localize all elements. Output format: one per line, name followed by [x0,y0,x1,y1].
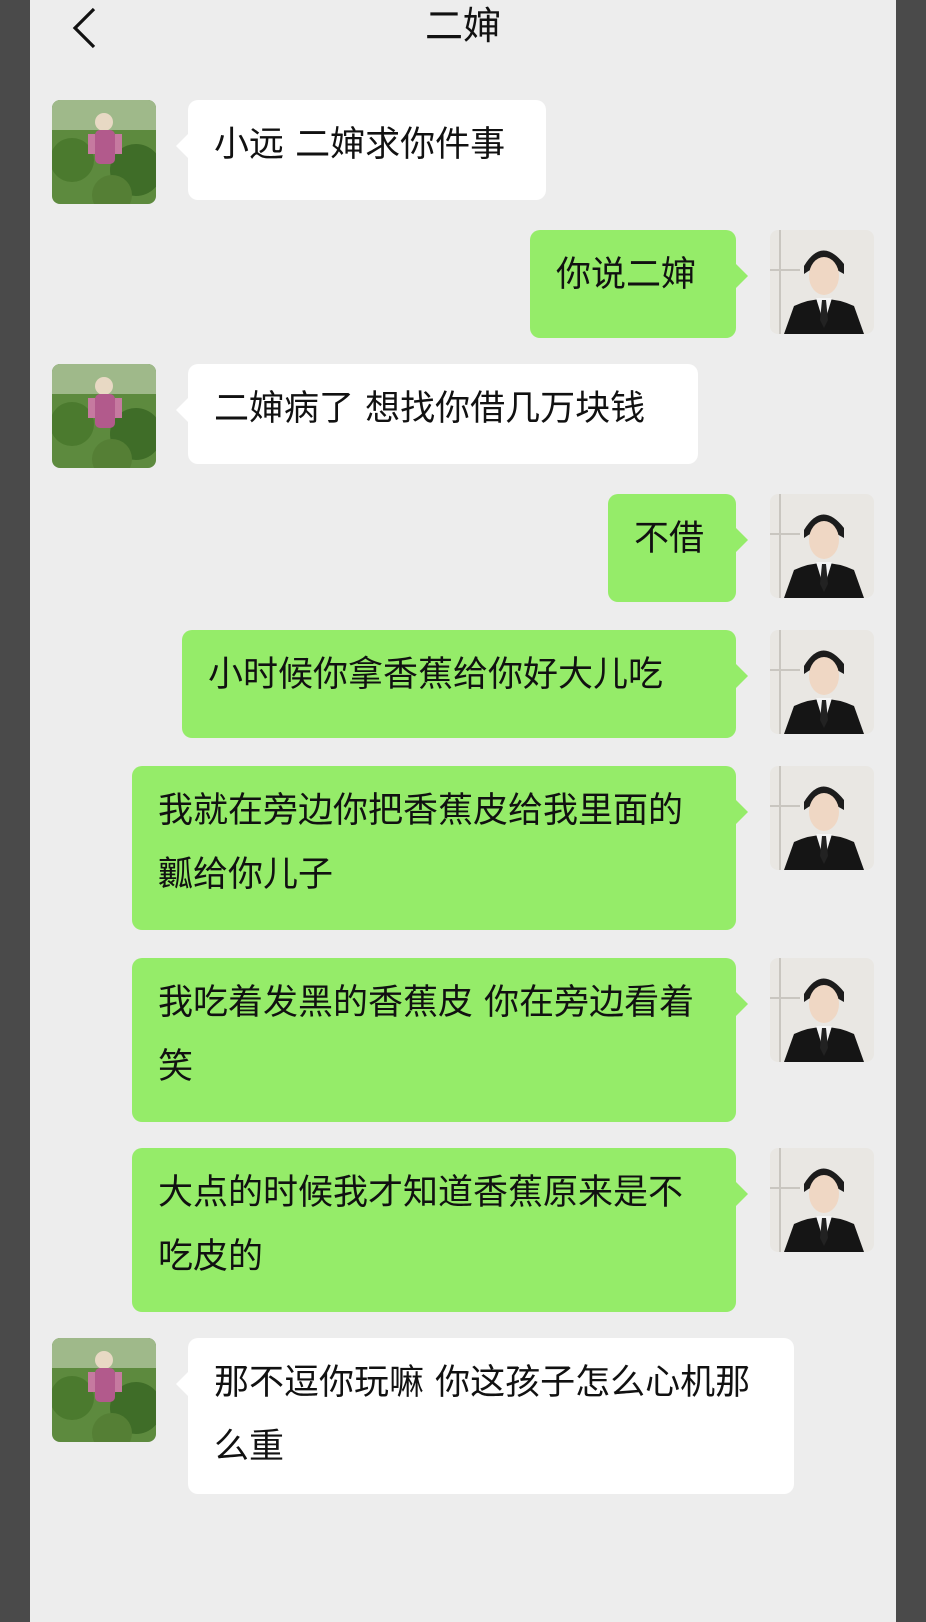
message-row: 小远 二婶求你件事 [30,100,896,204]
chat-title: 二婶 [424,4,501,48]
contact-avatar[interactable] [52,364,156,468]
message-row: 我吃着发黑的香蕉皮 你在旁边看着笑 [30,958,896,1122]
message-bubble-incoming[interactable]: 小远 二婶求你件事 [176,100,546,200]
message-row: 二婶病了 想找你借几万块钱 [30,364,896,468]
message-row: 那不逗你玩嘛 你这孩子怎么心机那么重 [30,1338,896,1494]
message-text: 你说二婶 [556,255,697,295]
message-bubble-outgoing[interactable]: 你说二婶 [530,230,748,338]
message-row: 小时候你拿香蕉给你好大儿吃 [30,630,896,738]
message-bubble-outgoing[interactable]: 我吃着发黑的香蕉皮 你在旁边看着笑 [132,958,748,1122]
message-row: 我就在旁边你把香蕉皮给我里面的瓤给你儿子 [30,766,896,930]
message-text: 大点的时候我才知道香蕉原来是不吃皮的 [158,1173,684,1277]
my-avatar[interactable] [770,230,874,334]
message-text: 我就在旁边你把香蕉皮给我里面的瓤给你儿子 [158,791,684,895]
my-avatar[interactable] [770,766,874,870]
message-bubble-outgoing[interactable]: 不借 [608,494,748,602]
message-row: 大点的时候我才知道香蕉原来是不吃皮的 [30,1148,896,1312]
my-avatar[interactable] [770,630,874,734]
message-bubble-incoming[interactable]: 二婶病了 想找你借几万块钱 [176,364,698,464]
message-text: 小时候你拿香蕉给你好大儿吃 [208,655,664,695]
message-text: 不借 [634,519,705,559]
chat-screen: 二婶 小远 二婶求你件事 你说二婶 二婶病了 想找你借几万块钱 不借 小时候你拿… [30,0,896,1622]
message-row: 不借 [30,494,896,602]
my-avatar[interactable] [770,958,874,1062]
message-text: 那不逗你玩嘛 你这孩子怎么心机那么重 [214,1363,751,1467]
message-bubble-incoming[interactable]: 那不逗你玩嘛 你这孩子怎么心机那么重 [176,1338,794,1494]
contact-avatar[interactable] [52,100,156,204]
message-text: 小远 二婶求你件事 [214,125,506,165]
chat-header: 二婶 [30,0,896,60]
message-bubble-outgoing[interactable]: 小时候你拿香蕉给你好大儿吃 [182,630,748,738]
my-avatar[interactable] [770,1148,874,1252]
message-bubble-outgoing[interactable]: 我就在旁边你把香蕉皮给我里面的瓤给你儿子 [132,766,748,930]
message-text: 二婶病了 想找你借几万块钱 [214,389,646,429]
my-avatar[interactable] [770,494,874,598]
contact-avatar[interactable] [52,1338,156,1442]
message-row: 你说二婶 [30,230,896,338]
message-bubble-outgoing[interactable]: 大点的时候我才知道香蕉原来是不吃皮的 [132,1148,748,1312]
message-text: 我吃着发黑的香蕉皮 你在旁边看着笑 [158,983,695,1087]
